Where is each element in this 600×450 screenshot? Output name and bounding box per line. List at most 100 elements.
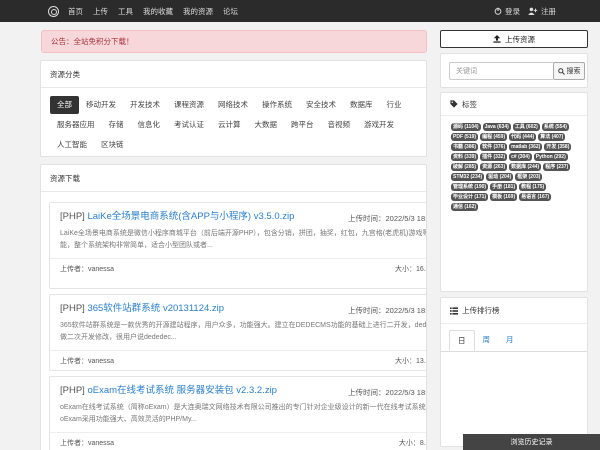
resource-size: 大小：13.18 MB <box>395 357 426 365</box>
tag-badge[interactable]: 工具 (602) <box>512 123 540 131</box>
tag-badge[interactable]: STM32 (234) <box>451 173 485 181</box>
category-item[interactable]: 云计算 <box>211 116 248 134</box>
resource-title-link[interactable]: [PHP] 365软件站群系统 v20131124.zip <box>60 302 300 315</box>
resource-item: [PHP] 365软件站群系统 v20131124.zip 上传时间：2022/5… <box>49 294 426 371</box>
ranking-tabs: 日周月 <box>441 324 587 352</box>
upload-icon <box>493 35 501 43</box>
login-link[interactable]: 登录 <box>494 6 520 17</box>
category-item[interactable]: 大数据 <box>248 116 285 134</box>
resource-name: LaiKe全场景电商系统(含APP与小程序) v3.5.0.zip <box>87 211 295 222</box>
nav-favorites[interactable]: 我的收藏 <box>143 6 173 17</box>
resource-name: 365软件站群系统 v20131124.zip <box>87 303 225 314</box>
category-item[interactable]: 音视频 <box>321 116 358 134</box>
resource-description: LaiKe全场景电商系统是微信小程序商城平台（前后端开源PHP），包含分销，拼团… <box>60 230 427 249</box>
ranking-tab[interactable]: 日 <box>449 330 475 351</box>
resource-uploader: 上传者：vanessa <box>60 357 115 365</box>
tag-badge[interactable]: 通信 (162) <box>451 203 479 211</box>
category-item[interactable]: 安全技术 <box>299 96 343 114</box>
category-item[interactable]: 课程资源 <box>167 96 211 114</box>
tag-badge[interactable]: 破解 (285) <box>451 163 479 171</box>
resource-title-link[interactable]: [PHP] LaiKe全场景电商系统(含APP与小程序) v3.5.0.zip <box>60 210 300 223</box>
tag-badge[interactable]: Java (634) <box>482 123 511 131</box>
resource-uploader: 上传者：vanessa <box>60 265 115 273</box>
nav-upload[interactable]: 上传 <box>93 6 108 17</box>
category-item[interactable]: 移动开发 <box>79 96 123 114</box>
nav-my-resources[interactable]: 我的资源 <box>183 6 213 17</box>
search-button-label: 搜索 <box>566 68 581 75</box>
tags-header: 标签 <box>441 93 587 116</box>
categories-panel: 资源分类 全部 移动开发 开发技术 课程资源 网络技术 操作系统 安全技术 数据库 行业 服务器应… <box>40 60 427 157</box>
browse-history-button[interactable]: 浏览历史记录 <box>463 434 600 450</box>
tag-badge[interactable]: 资料 (339) <box>451 153 479 161</box>
tag-badge[interactable]: 书籍 (386) <box>451 143 479 151</box>
category-item[interactable]: 跨平台 <box>284 116 321 134</box>
nav-forum[interactable]: 论坛 <box>223 6 238 17</box>
register-link[interactable]: 注册 <box>528 6 556 17</box>
upload-ranking-panel: 上传排行榜 日周月 <box>440 297 588 447</box>
tag-badge[interactable]: 资源 (263) <box>480 163 508 171</box>
power-icon <box>494 7 502 15</box>
tag-badge[interactable]: 算法 (407) <box>538 133 566 141</box>
tag-badge[interactable]: Python (292) <box>533 153 568 161</box>
tag-badge[interactable]: 程序 (237) <box>543 163 571 171</box>
resource-title-link[interactable]: [PHP] oExam在线考试系统 服务器安装包 v2.3.2.zip <box>60 384 300 397</box>
resource-name: oExam在线考试系统 服务器安装包 v2.3.2.zip <box>87 385 277 396</box>
tag-badge[interactable]: 易语言 (167) <box>519 193 552 201</box>
user-plus-icon <box>528 7 538 15</box>
tag-badge[interactable]: 系统 (554) <box>541 123 569 131</box>
category-item[interactable]: 操作系统 <box>255 96 299 114</box>
tag-badge[interactable]: PDF (519) <box>451 133 479 141</box>
tag-badge[interactable]: 管理系统 (190) <box>451 183 489 191</box>
tag-icon <box>450 100 458 108</box>
category-item[interactable]: 人工智能 <box>50 136 94 154</box>
category-item[interactable]: 全部 <box>50 96 79 114</box>
tag-badge[interactable]: 编程 (459) <box>480 133 508 141</box>
downloads-title: 资源下载 <box>41 165 426 192</box>
tag-badge[interactable]: 软件 (376) <box>480 143 508 151</box>
search-input[interactable] <box>449 62 553 80</box>
category-item[interactable]: 行业 <box>380 96 409 114</box>
tag-badge[interactable]: matlab (362) <box>509 143 543 151</box>
resource-upload-time: 上传时间：2022/5/3 18:50:58 <box>348 388 426 397</box>
resource-item: [PHP] LaiKe全场景电商系统(含APP与小程序) v3.5.0.zip 上… <box>49 202 427 289</box>
tag-badge[interactable]: c# (304) <box>509 153 532 161</box>
tag-badge[interactable]: 插件 (332) <box>480 153 508 161</box>
resource-size: 大小：8.18 MB <box>398 439 426 447</box>
tag-badge[interactable]: 源码 (1104) <box>451 123 481 131</box>
tag-badge[interactable]: 教程 (175) <box>519 183 547 191</box>
site-logo-icon[interactable] <box>48 5 59 17</box>
tag-badge[interactable]: 手册 (181) <box>490 183 518 191</box>
resource-size: 大小：16.44 MB <box>395 265 426 273</box>
category-item[interactable]: 游戏开发 <box>357 116 401 134</box>
tag-badge[interactable]: 驱动 (204) <box>486 173 514 181</box>
nav-user-area: 登录 注册 <box>494 0 556 22</box>
resource-lang-tag: [PHP] <box>60 385 85 396</box>
tag-badge[interactable]: 数据库 (244) <box>509 163 542 171</box>
tag-cloud: 源码 (1104) Java (634) 工具 (602) 系统 (554) PDF (… <box>441 116 587 211</box>
resource-upload-time: 上传时间：2022/5/3 18:51:08 <box>348 306 426 315</box>
category-item[interactable]: 服务器应用 <box>50 116 102 134</box>
tag-badge[interactable]: 毕业设计 (171) <box>451 193 489 201</box>
category-item[interactable]: 信息化 <box>131 116 168 134</box>
tag-badge[interactable]: 开发 (358) <box>544 143 572 151</box>
ranking-header: 上传排行榜 <box>441 298 587 324</box>
upload-resource-button[interactable]: 上传资源 <box>440 30 588 48</box>
category-item[interactable]: 开发技术 <box>123 96 167 114</box>
ranking-tab[interactable]: 周 <box>475 330 499 351</box>
tag-badge[interactable]: 模板 (169) <box>490 193 518 201</box>
category-item[interactable]: 存储 <box>102 116 131 134</box>
tags-title: 标签 <box>462 99 477 109</box>
ranking-tab[interactable]: 月 <box>498 330 522 351</box>
category-item[interactable]: 网络技术 <box>211 96 255 114</box>
nav-tools[interactable]: 工具 <box>118 6 133 17</box>
resource-lang-tag: [PHP] <box>60 303 85 314</box>
search-panel: 搜索 <box>440 53 588 88</box>
resource-footer: 上传者：vanessa 大小：8.18 MB <box>60 433 426 450</box>
search-button[interactable]: 搜索 <box>553 62 585 80</box>
nav-home[interactable]: 首页 <box>68 6 83 17</box>
category-item[interactable]: 数据库 <box>343 96 380 114</box>
category-item[interactable]: 考试认证 <box>167 116 211 134</box>
category-item[interactable]: 区块链 <box>94 136 131 154</box>
tag-badge[interactable]: 框架 (203) <box>515 173 543 181</box>
tag-badge[interactable]: 代码 (444) <box>509 133 537 141</box>
